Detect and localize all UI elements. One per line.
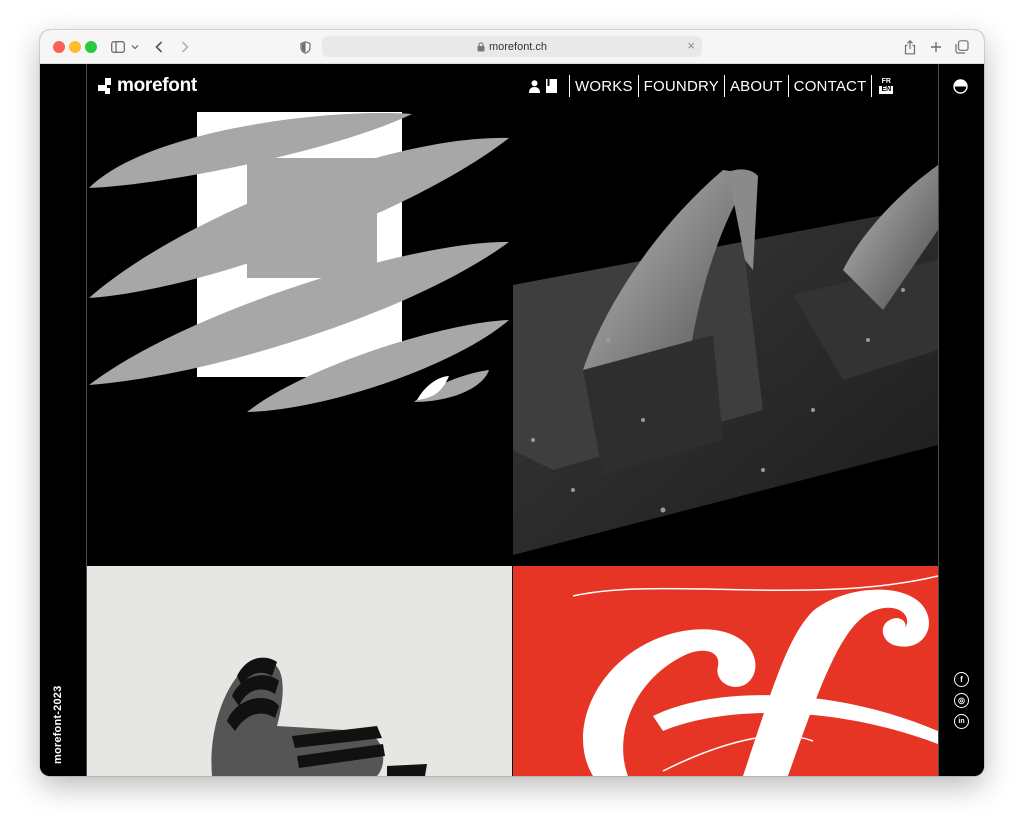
zoom-window-button[interactable] — [85, 41, 97, 53]
user-icon[interactable] — [529, 79, 540, 93]
logo-text: morefont — [117, 75, 197, 96]
forward-icon[interactable] — [178, 37, 192, 57]
facebook-icon[interactable]: f — [954, 672, 969, 687]
language-switch[interactable]: FR EN — [879, 78, 894, 94]
chevron-down-icon[interactable] — [130, 37, 140, 57]
back-icon[interactable] — [152, 37, 166, 57]
shield-icon[interactable] — [298, 37, 312, 57]
nav-divider — [871, 75, 873, 97]
share-icon[interactable] — [902, 37, 918, 57]
page-content: morefont WORKS FOUNDRY ABOUT CONTACT FR … — [40, 64, 984, 776]
right-rail-divider — [938, 64, 939, 776]
instagram-icon[interactable]: ◎ — [954, 693, 969, 708]
nav-divider — [637, 75, 639, 97]
address-bar[interactable]: morefont.ch × — [322, 36, 702, 57]
close-window-button[interactable] — [53, 41, 65, 53]
tabs-overview-icon[interactable] — [954, 37, 970, 57]
site-logo[interactable]: morefont — [98, 75, 197, 97]
bookmark-icon[interactable] — [546, 79, 557, 93]
url-text: morefont.ch — [488, 40, 548, 53]
browser-window: morefont.ch × morefont WORKS FOUNDRY ABO… — [40, 30, 984, 776]
sidebar-icon[interactable] — [110, 37, 126, 57]
lang-fr[interactable]: FR — [882, 78, 891, 86]
lang-en[interactable]: EN — [879, 86, 894, 94]
work-tile-3d-letters[interactable] — [513, 110, 938, 565]
work-tile-script-letter[interactable] — [513, 566, 938, 776]
year-label: morefont-2023 — [52, 685, 64, 764]
nav-about[interactable]: ABOUT — [730, 78, 783, 95]
nav-contact[interactable]: CONTACT — [794, 78, 867, 95]
morefont-logo-mark — [98, 78, 111, 94]
nav-divider — [787, 75, 789, 97]
lock-icon — [477, 41, 485, 52]
work-tile-letter-f[interactable] — [87, 110, 512, 565]
contrast-toggle-icon[interactable] — [953, 79, 968, 99]
browser-toolbar: morefont.ch × — [40, 30, 984, 64]
linkedin-icon[interactable]: in — [954, 714, 969, 729]
nav-foundry[interactable]: FOUNDRY — [644, 78, 719, 95]
work-tile-striped-hand[interactable] — [87, 566, 512, 776]
site-header: morefont WORKS FOUNDRY ABOUT CONTACT FR … — [40, 64, 984, 110]
close-icon[interactable]: × — [687, 38, 695, 53]
nav-works[interactable]: WORKS — [575, 78, 633, 95]
new-tab-icon[interactable] — [928, 37, 944, 57]
main-nav: WORKS FOUNDRY ABOUT CONTACT FR EN — [529, 75, 894, 97]
nav-divider — [569, 75, 570, 97]
nav-divider — [723, 75, 725, 97]
minimize-window-button[interactable] — [69, 41, 81, 53]
